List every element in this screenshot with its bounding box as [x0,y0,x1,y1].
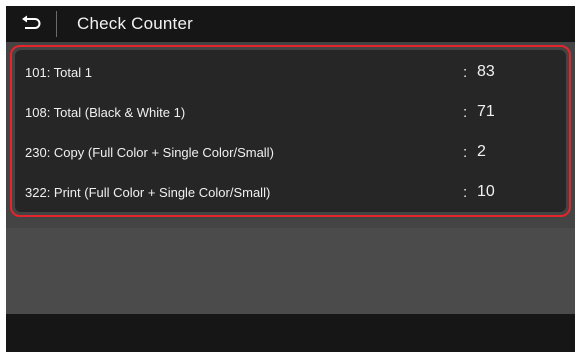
header-bar: Check Counter [6,6,575,42]
counter-value: 10 [477,183,495,200]
counter-row-230: 230: Copy (Full Color + Single Color/Sma… [15,132,566,172]
counter-separator: : [463,143,468,161]
counter-value: 83 [477,63,495,80]
return-arrow-icon [20,15,42,33]
counter-list-inner: 101: Total 1 : 83 108: Total (Black & Wh… [15,50,566,212]
counter-separator: : [463,63,468,81]
counter-value: 2 [477,143,486,160]
counter-label: 322: Print (Full Color + Single Color/Sm… [25,184,271,200]
empty-content-area [6,228,575,314]
counter-row-322: 322: Print (Full Color + Single Color/Sm… [15,172,566,212]
counter-row-108: 108: Total (Black & White 1) : 71 [15,92,566,132]
back-button[interactable] [6,6,56,42]
counter-separator: : [463,103,468,121]
counter-value: 71 [477,103,495,120]
counter-label: 108: Total (Black & White 1) [25,104,186,120]
counter-label: 230: Copy (Full Color + Single Color/Sma… [25,144,274,160]
footer-bar [6,314,575,352]
counter-list[interactable]: 101: Total 1 : 83 108: Total (Black & Wh… [10,45,571,217]
page-title: Check Counter [77,14,193,33]
counter-separator: : [463,183,468,201]
header-divider [56,11,57,37]
device-screen: Check Counter 101: Total 1 : 83 108: Tot… [6,6,575,352]
counter-label: 101: Total 1 [25,64,92,80]
counter-row-101: 101: Total 1 : 83 [15,52,566,92]
